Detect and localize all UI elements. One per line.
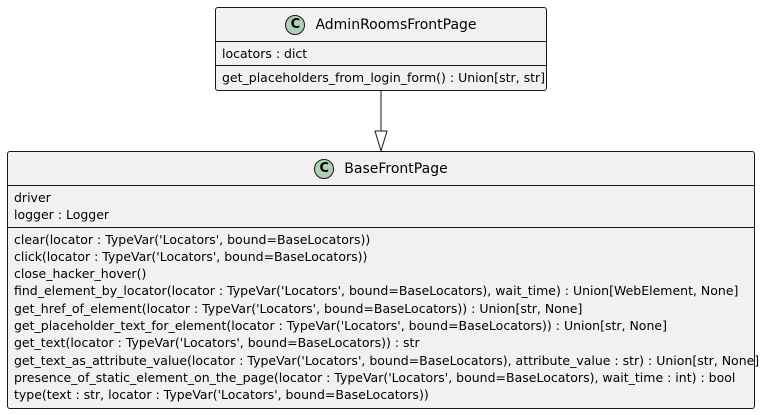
class-admin-rooms-front-page[interactable]: C AdminRoomsFrontPage locators : dict ge… <box>215 7 547 91</box>
methods-section: clear(locator : TypeVar('Locators', boun… <box>8 226 760 407</box>
method-item: close_hacker_hover() <box>14 266 147 282</box>
fields-section: driver logger : Logger <box>8 186 754 227</box>
method-item: find_element_by_locator(locator : TypeVa… <box>14 283 739 299</box>
method-item: type(text : str, locator : TypeVar('Loca… <box>14 387 429 403</box>
class-stereotype-icon: C <box>285 14 306 35</box>
class-stereotype-icon: C <box>314 158 335 179</box>
class-name: BaseFrontPage <box>344 160 448 177</box>
method-item: get_placeholders_from_login_form() : Uni… <box>222 70 545 86</box>
inheritance-arrowhead <box>374 130 388 153</box>
method-item: get_text_as_attribute_value(locator : Ty… <box>14 352 760 368</box>
method-item: presence_of_static_element_on_the_page(l… <box>14 369 736 385</box>
method-item: get_text(locator : TypeVar('Locators', b… <box>14 335 420 351</box>
method-item: get_placeholder_text_for_element(locator… <box>14 318 667 334</box>
fields-section: locators : dict <box>216 42 546 65</box>
method-item: clear(locator : TypeVar('Locators', boun… <box>14 231 371 247</box>
class-header: C BaseFrontPage <box>8 152 754 186</box>
method-item: click(locator : TypeVar('Locators', boun… <box>14 248 368 264</box>
field-item: driver <box>14 190 51 205</box>
methods-section: get_placeholders_from_login_form() : Uni… <box>216 65 546 89</box>
field-item: logger : Logger <box>14 207 110 223</box>
class-header: C AdminRoomsFrontPage <box>216 8 546 42</box>
class-base-front-page[interactable]: C BaseFrontPage driver logger : Logger cl… <box>7 151 760 409</box>
field-item: locators : dict <box>222 46 308 61</box>
method-item: get_href_of_element(locator : TypeVar('L… <box>14 300 583 316</box>
class-name: AdminRoomsFrontPage <box>315 16 477 33</box>
